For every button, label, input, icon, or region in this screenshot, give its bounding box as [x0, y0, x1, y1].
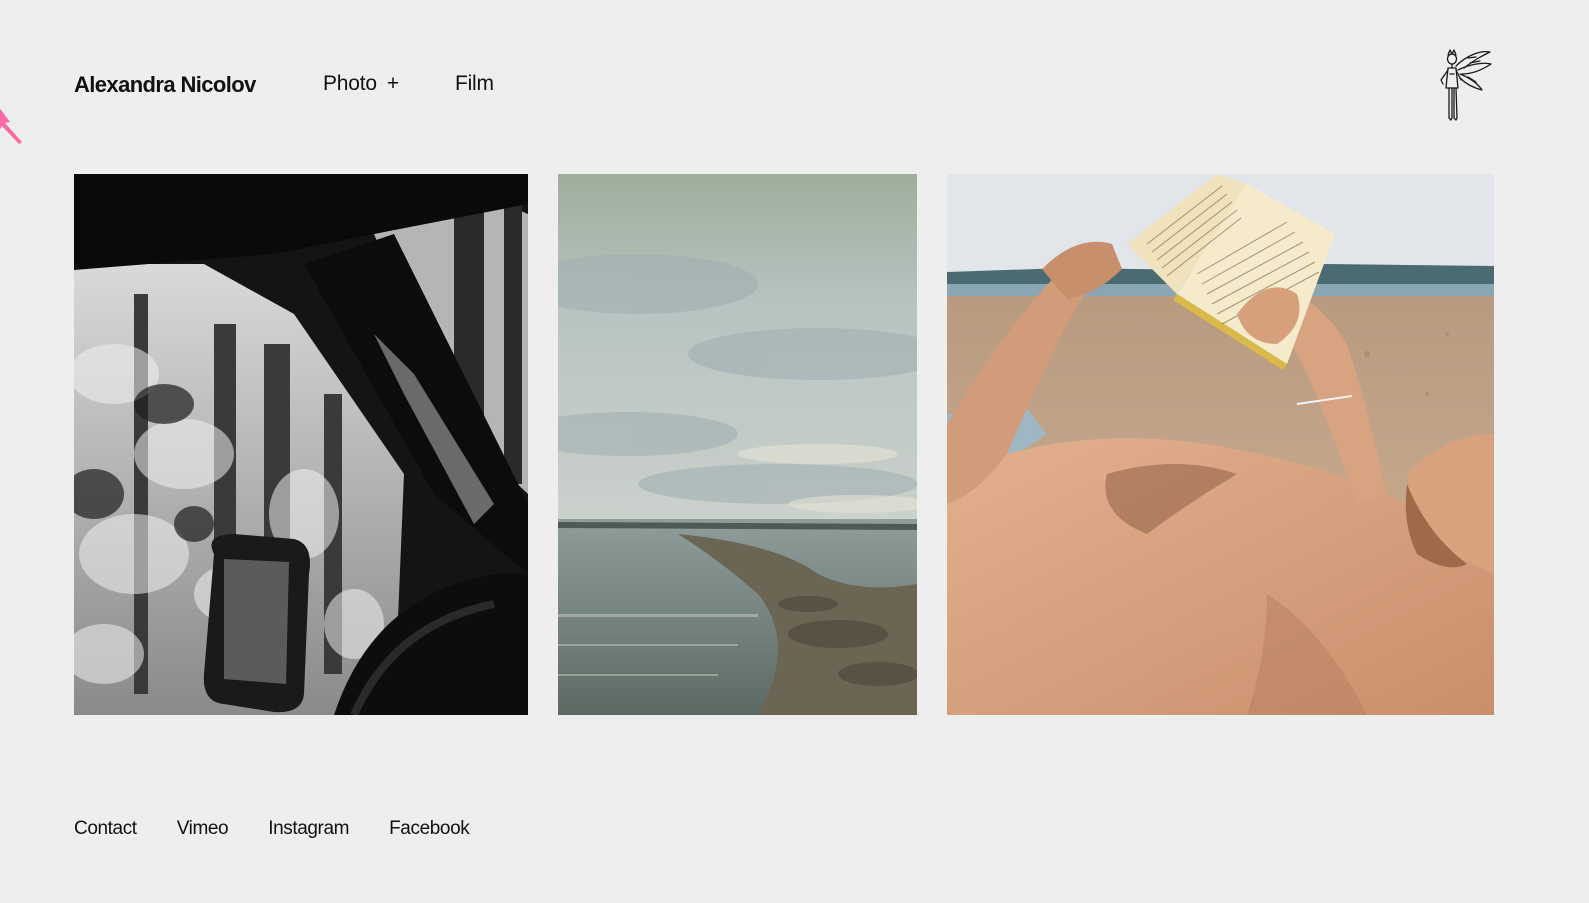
fairy-figure-icon[interactable]	[1428, 44, 1496, 124]
nav-film-label: Film	[454, 72, 494, 95]
site-title[interactable]: Alexandra Nicolov	[74, 72, 256, 98]
footer-link-vimeo[interactable]: Vimeo	[177, 818, 229, 840]
footer-link-instagram[interactable]: Instagram	[268, 818, 349, 840]
footer-link-contact[interactable]: Contact	[74, 818, 137, 840]
footer-links: Contact Vimeo Instagram Facebook	[74, 818, 470, 840]
footer-link-facebook[interactable]: Facebook	[389, 818, 470, 840]
gallery-photo-seascape[interactable]	[558, 174, 917, 715]
nav-item-film[interactable]: Film	[455, 72, 494, 96]
nav-item-photo[interactable]: Photo +	[323, 72, 399, 96]
gallery-photo-car-window[interactable]	[74, 174, 528, 715]
nav-photo-label: Photo	[323, 72, 377, 95]
main-nav: Photo + Film	[323, 72, 494, 96]
gallery-photo-beach-reader[interactable]	[947, 174, 1494, 715]
plus-icon[interactable]: +	[387, 72, 399, 96]
cursor-arrow-icon	[0, 104, 28, 146]
